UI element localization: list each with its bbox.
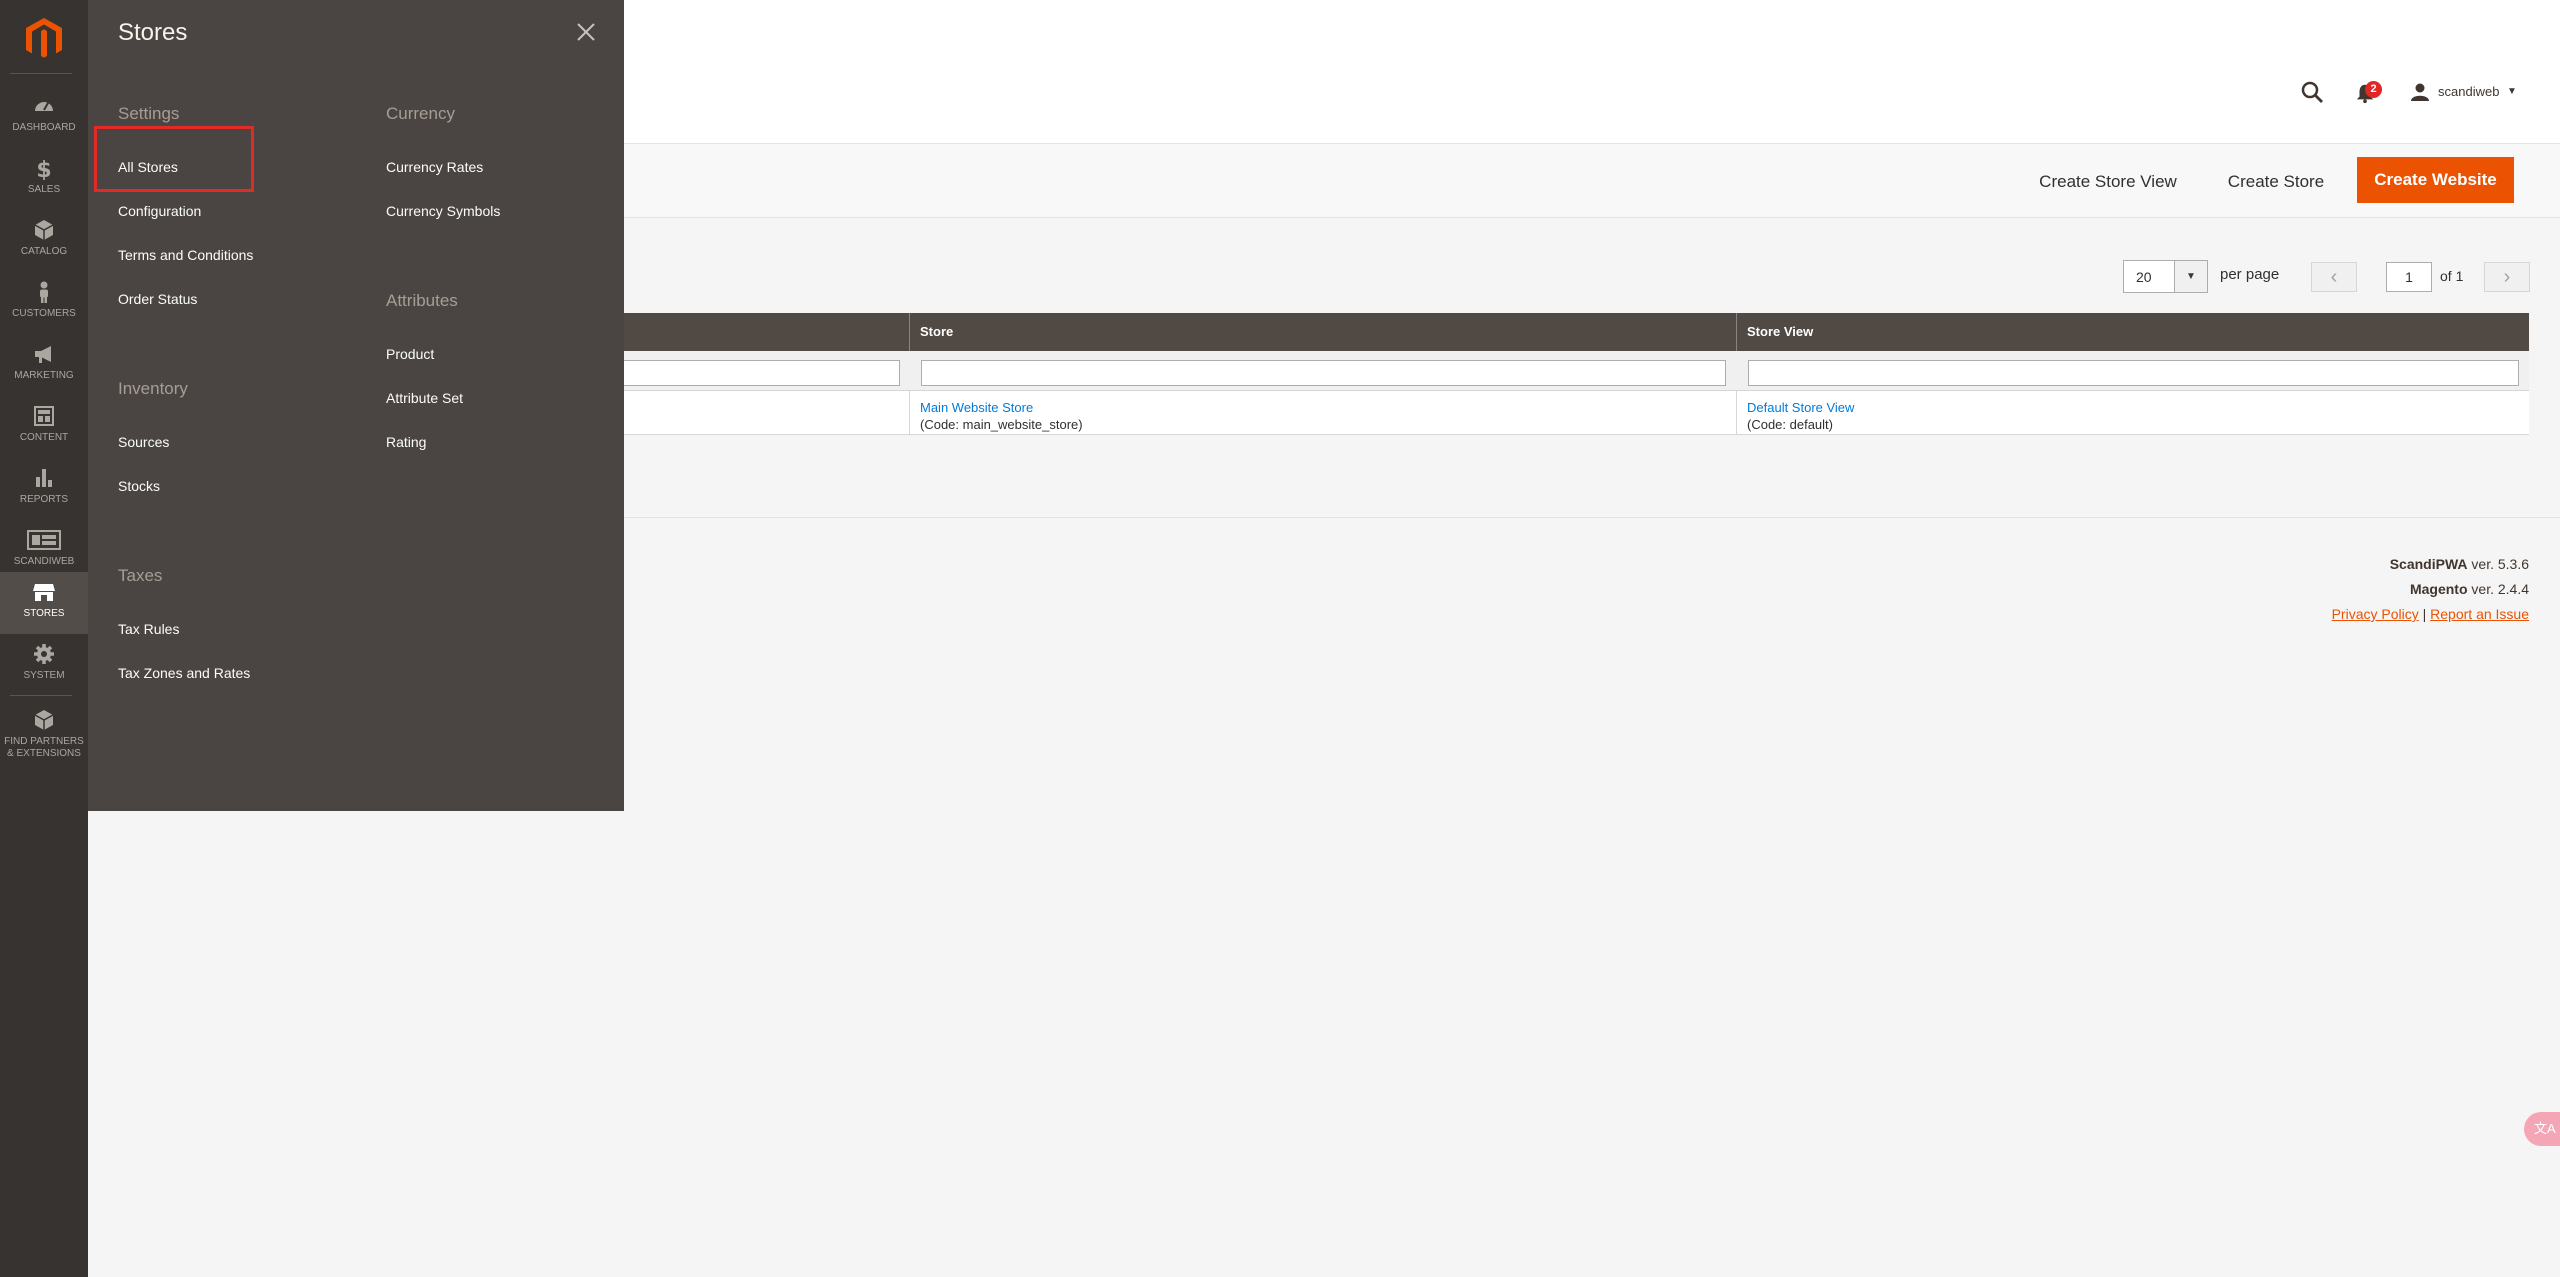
store-view-link[interactable]: Default Store View [1747, 399, 2519, 416]
nav-label: MARKETING [14, 370, 74, 381]
dashboard-icon [35, 102, 53, 111]
nav-reports[interactable]: REPORTS [0, 458, 88, 520]
megaphone-icon [35, 346, 51, 363]
nav-label-line1: FIND PARTNERS [4, 736, 84, 747]
footer-separator: | [2418, 606, 2431, 622]
menu-currency-rates[interactable]: Currency Rates [386, 159, 483, 175]
menu-tax-zones-and-rates[interactable]: Tax Zones and Rates [118, 665, 250, 681]
nav-system[interactable]: SYSTEM [0, 634, 88, 696]
nav-label: CONTENT [19, 432, 69, 443]
previous-page-button[interactable]: ‹ [2311, 262, 2357, 292]
scandipwa-version-number: ver. 5.3.6 [2467, 556, 2529, 572]
menu-attribute-set[interactable]: Attribute Set [386, 390, 463, 406]
create-store-button[interactable]: Create Store [2214, 160, 2338, 204]
stores-flyout-menu: Stores Settings All Stores Configuration… [88, 0, 624, 811]
svg-text:$: $ [36, 158, 51, 180]
store-cell: Main Website Store (Code: main_website_s… [910, 391, 1737, 435]
footer-links: Privacy Policy | Report an Issue [2332, 606, 2529, 622]
attributes-heading: Attributes [386, 291, 458, 310]
user-icon[interactable] [2410, 82, 2430, 102]
flyout-title: Stores [118, 19, 188, 46]
box-icon [34, 220, 54, 240]
menu-product[interactable]: Product [386, 346, 434, 362]
currency-heading: Currency [386, 104, 455, 123]
menu-stocks[interactable]: Stocks [118, 478, 160, 494]
nav-dashboard[interactable]: DASHBOARD [0, 86, 88, 148]
cube-icon [34, 710, 54, 730]
nav-stores[interactable]: STORES [0, 572, 88, 634]
menu-tax-rules[interactable]: Tax Rules [118, 621, 179, 637]
nav-find-partners[interactable]: FIND PARTNERS & EXTENSIONS [0, 700, 88, 770]
nav-label: SALES [27, 184, 61, 195]
scandipwa-name: ScandiPWA [2389, 556, 2468, 572]
nav-sales[interactable]: $ SALES [0, 148, 88, 210]
nav-content[interactable]: CONTENT [0, 396, 88, 458]
report-issue-link[interactable]: Report an Issue [2430, 606, 2529, 622]
store-view-code: (Code: default) [1747, 417, 1833, 432]
nav-marketing[interactable]: MARKETING [0, 334, 88, 396]
bar-chart-icon [36, 469, 52, 487]
menu-sources[interactable]: Sources [118, 434, 169, 450]
store-icon [33, 584, 55, 601]
per-page-value: 20 [2136, 269, 2152, 285]
store-view-filter-input[interactable] [1748, 360, 2519, 386]
magento-name: Magento [2409, 581, 2468, 597]
nav-label: SCANDIWEB [13, 556, 75, 567]
total-pages-label: of 1 [2440, 268, 2464, 284]
menu-rating[interactable]: Rating [386, 434, 426, 450]
privacy-policy-link[interactable]: Privacy Policy [2332, 606, 2419, 622]
gear-icon [34, 644, 54, 664]
highlight-box [94, 126, 254, 192]
menu-configuration[interactable]: Configuration [118, 203, 201, 219]
notification-count-badge[interactable]: 2 [2365, 81, 2382, 98]
per-page-select[interactable]: 20 ▼ [2123, 260, 2208, 293]
column-header-store-view[interactable]: Store View [1737, 313, 2529, 351]
nav-label: CATALOG [20, 246, 68, 257]
store-code: (Code: main_website_store) [920, 417, 1083, 432]
chevron-down-icon[interactable]: ▼ [2174, 261, 2207, 292]
admin-sidebar: DASHBOARD $ SALES CATALOG CUSTOMERS MARK… [0, 0, 88, 1277]
create-store-view-button[interactable]: Create Store View [2026, 160, 2190, 204]
nav-label-line2: & EXTENSIONS [7, 748, 81, 759]
dollar-icon: $ [36, 158, 51, 180]
nav-label: SYSTEM [23, 670, 65, 681]
magento-version: Magento ver. 2.4.4 [2410, 581, 2529, 597]
menu-terms-and-conditions[interactable]: Terms and Conditions [118, 247, 253, 263]
nav-catalog[interactable]: CATALOG [0, 210, 88, 272]
settings-heading: Settings [118, 104, 180, 123]
nav-label: REPORTS [19, 494, 69, 505]
create-website-button[interactable]: Create Website [2357, 157, 2514, 203]
menu-order-status[interactable]: Order Status [118, 291, 197, 307]
menu-currency-symbols[interactable]: Currency Symbols [386, 203, 500, 219]
search-icon[interactable] [2300, 80, 2324, 104]
per-page-label: per page [2220, 266, 2280, 283]
close-icon[interactable] [574, 20, 598, 44]
magento-version-number: ver. 2.4.4 [2467, 581, 2529, 597]
current-page-input[interactable]: 1 [2386, 262, 2432, 292]
column-header-store[interactable]: Store [910, 313, 1737, 351]
nav-divider [10, 695, 72, 696]
scandiweb-icon [27, 530, 61, 550]
translate-icon[interactable]: 文A [2524, 1112, 2560, 1146]
nav-label: DASHBOARD [12, 122, 76, 133]
store-link[interactable]: Main Website Store [920, 399, 1726, 416]
inventory-heading: Inventory [118, 379, 188, 398]
chevron-down-icon[interactable]: ▼ [2507, 86, 2517, 97]
store-view-cell: Default Store View (Code: default) [1737, 391, 2529, 435]
person-icon [40, 281, 48, 303]
taxes-heading: Taxes [118, 566, 163, 585]
scandipwa-version: ScandiPWA ver. 5.3.6 [2390, 556, 2529, 572]
nav-label: CUSTOMERS [12, 308, 76, 319]
admin-username[interactable]: scandiweb [2438, 84, 2499, 99]
next-page-button[interactable]: › [2484, 262, 2530, 292]
nav-label: STORES [23, 608, 65, 619]
nav-divider [10, 73, 72, 74]
store-filter-input[interactable] [921, 360, 1726, 386]
nav-customers[interactable]: CUSTOMERS [0, 272, 88, 334]
magento-logo[interactable] [24, 16, 64, 60]
layout-icon [34, 406, 54, 426]
